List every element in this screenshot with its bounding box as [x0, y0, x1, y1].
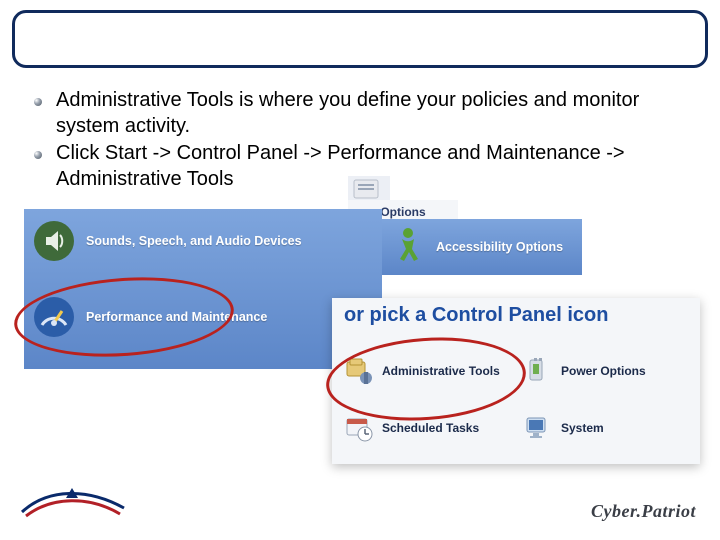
panel-item-scheduled-tasks[interactable]: Scheduled Tasks — [344, 403, 509, 452]
speaker-icon — [32, 219, 76, 263]
title-box — [12, 10, 708, 68]
panel-heading: or pick a Control Panel icon — [344, 304, 609, 327]
category-accessibility-label: Accessibility Options — [436, 240, 563, 254]
gauge-icon — [32, 295, 76, 339]
bullet-text: Click Start -> Control Panel -> Performa… — [56, 142, 625, 190]
panel-item-label: Scheduled Tasks — [382, 421, 479, 435]
category-sounds[interactable]: Sounds, Speech, and Audio Devices — [32, 219, 302, 263]
bullet-item: Administrative Tools is where you define… — [34, 88, 694, 139]
panel-item-label: Administrative Tools — [382, 364, 500, 378]
control-panel-icon-picker: or pick a Control Panel icon Administrat… — [332, 298, 700, 464]
panel-item-label: System — [561, 421, 604, 435]
slide: Administrative Tools is where you define… — [0, 0, 720, 540]
options-text: Options — [380, 205, 425, 219]
category-sounds-label: Sounds, Speech, and Audio Devices — [86, 234, 302, 248]
category-performance[interactable]: Performance and Maintenance — [32, 295, 267, 339]
category-accessibility[interactable]: Accessibility Options — [382, 219, 582, 275]
panel-grid: Administrative Tools Power Options Sched… — [344, 346, 688, 452]
power-options-icon — [523, 356, 553, 386]
panel-item-system[interactable]: System — [523, 403, 688, 452]
admin-tools-icon — [344, 356, 374, 386]
cyberpatriot-brand: Cyber.Patriot — [591, 501, 696, 522]
accessibility-icon — [388, 225, 428, 270]
afa-logo — [18, 482, 128, 526]
options-icon-fragment — [348, 176, 390, 202]
panel-item-admin-tools[interactable]: Administrative Tools — [344, 346, 509, 395]
panel-item-label: Power Options — [561, 364, 646, 378]
control-panel-categories-left: Sounds, Speech, and Audio Devices Perfor… — [24, 209, 382, 369]
bullet-text: Administrative Tools is where you define… — [56, 89, 639, 137]
scheduled-tasks-icon — [344, 413, 374, 443]
panel-item-power-options[interactable]: Power Options — [523, 346, 688, 395]
category-performance-label: Performance and Maintenance — [86, 310, 267, 324]
system-icon — [523, 413, 553, 443]
